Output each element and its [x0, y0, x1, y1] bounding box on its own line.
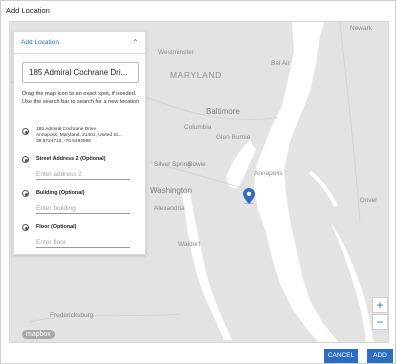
- map-label-washington: Washington: [150, 186, 192, 195]
- building-label: Building (Optional): [36, 190, 85, 196]
- location-icon: [22, 128, 29, 135]
- map-label-waldorf: Waldorf: [178, 241, 201, 248]
- floor-label: Floor (Optional): [36, 224, 77, 230]
- panel-title: Add Location: [21, 39, 59, 46]
- map-label-dover: Dover: [360, 197, 378, 204]
- location-search-input[interactable]: 185 Admiral Cochrane Dri...: [22, 62, 139, 83]
- dialog-title: Add Location: [6, 6, 50, 15]
- map-label-baltimore: Baltimore: [206, 107, 240, 116]
- add-location-dialog: Add Location Westminster Bel Air Newark …: [0, 0, 396, 364]
- map-label-westminster: Westminster: [158, 49, 194, 56]
- cancel-button[interactable]: CANCEL: [324, 349, 358, 363]
- map-label-bel-air: Bel Air: [271, 60, 290, 67]
- instructions-text: Drag the map icon to an exact spot, if n…: [22, 91, 140, 105]
- zoom-in-button[interactable]: +: [372, 297, 388, 313]
- map-label-glen-burnie: Glen Burnie: [216, 134, 251, 141]
- add-location-panel: Add Location ⌃ 185 Admiral Cochrane Dri.…: [13, 31, 146, 255]
- map-label-annapolis: Annapolis: [254, 170, 283, 177]
- selected-address: 185 Admiral Cochrane Drive Annapolis, Ma…: [36, 127, 144, 145]
- panel-header[interactable]: Add Location ⌃: [14, 32, 145, 54]
- floor-input[interactable]: [36, 236, 130, 248]
- add-button[interactable]: ADD: [367, 349, 393, 363]
- map-label-maryland: MARYLAND: [170, 70, 222, 80]
- building-icon: [22, 190, 29, 197]
- zoom-out-button[interactable]: −: [372, 314, 388, 330]
- map-label-fredericksburg: Fredericksburg: [50, 312, 94, 319]
- map-label-alexandria: Alexandria: [154, 205, 185, 212]
- chevron-up-icon[interactable]: ⌃: [132, 38, 139, 47]
- map-label-columbia: Columbia: [184, 124, 212, 131]
- map-label-silver-spring: Silver Spring: [154, 161, 191, 168]
- floor-icon: [22, 224, 29, 231]
- street-address-2-label: Street Address 2 (Optional): [36, 156, 106, 162]
- building-input[interactable]: [36, 202, 130, 214]
- location-pin-icon[interactable]: [243, 188, 255, 204]
- map-label-newark: Newark: [350, 25, 373, 32]
- street-address-2-input[interactable]: [36, 168, 130, 180]
- map-label-bowie: Bowie: [188, 161, 206, 168]
- mapbox-logo: mapbox: [22, 330, 55, 339]
- address-coordinates: 38.9724713, -76.5493505: [36, 139, 91, 144]
- street-icon: [22, 156, 29, 163]
